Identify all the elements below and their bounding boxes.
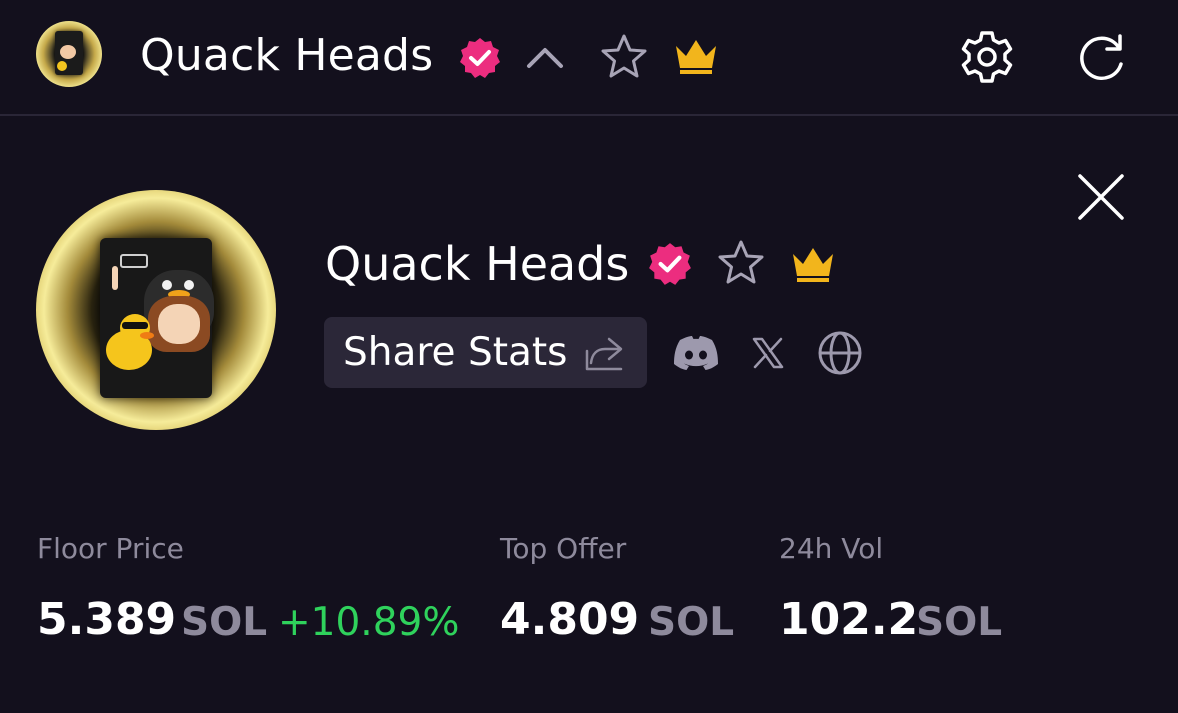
floor-price-label: Floor Price [37,532,184,565]
chevron-up-icon[interactable] [525,38,565,78]
avatar-duck-beak [140,332,154,339]
crown-icon [789,244,837,284]
volume-24h-unit: SOL [916,600,1003,645]
top-offer-label: Top Offer [500,532,627,565]
volume-24h-value: 102.2 [779,594,919,645]
share-stats-label: Share Stats [343,330,568,375]
floor-price-unit: SOL [181,600,268,645]
close-icon[interactable] [1076,172,1126,222]
top-offer-unit: SOL [648,600,735,645]
top-bar: Quack Heads [0,0,1178,116]
avatar-hand-art [112,266,118,290]
crown-icon [672,36,720,76]
refresh-icon[interactable] [1074,30,1130,86]
avatar-hood-eye [162,280,172,290]
collection-avatar-small[interactable] [36,21,102,87]
discord-icon[interactable] [672,334,720,372]
collection-title-header[interactable]: Quack Heads [140,28,433,84]
top-offer-value: 4.809 [500,594,640,645]
gear-icon[interactable] [958,28,1016,86]
collection-avatar [36,190,276,430]
avatar-face-art [158,304,200,344]
avatar-hood-eye [184,280,194,290]
verified-badge-icon [647,241,693,287]
floor-price-value: 5.389 [37,594,177,645]
verified-badge-icon [458,36,502,80]
avatar-brand-mark [120,254,148,268]
avatar-duck-sunglasses [122,322,148,329]
globe-icon[interactable] [817,330,863,376]
collection-title: Quack Heads [325,237,630,291]
share-icon [583,335,627,373]
x-icon[interactable] [751,336,785,370]
volume-24h-label: 24h Vol [779,532,884,565]
avatar-face-art [60,45,76,59]
star-icon[interactable] [598,32,650,82]
avatar-duck-art [57,61,67,71]
floor-price-change: +10.89% [278,600,460,645]
favorite-star-icon[interactable] [715,238,767,288]
